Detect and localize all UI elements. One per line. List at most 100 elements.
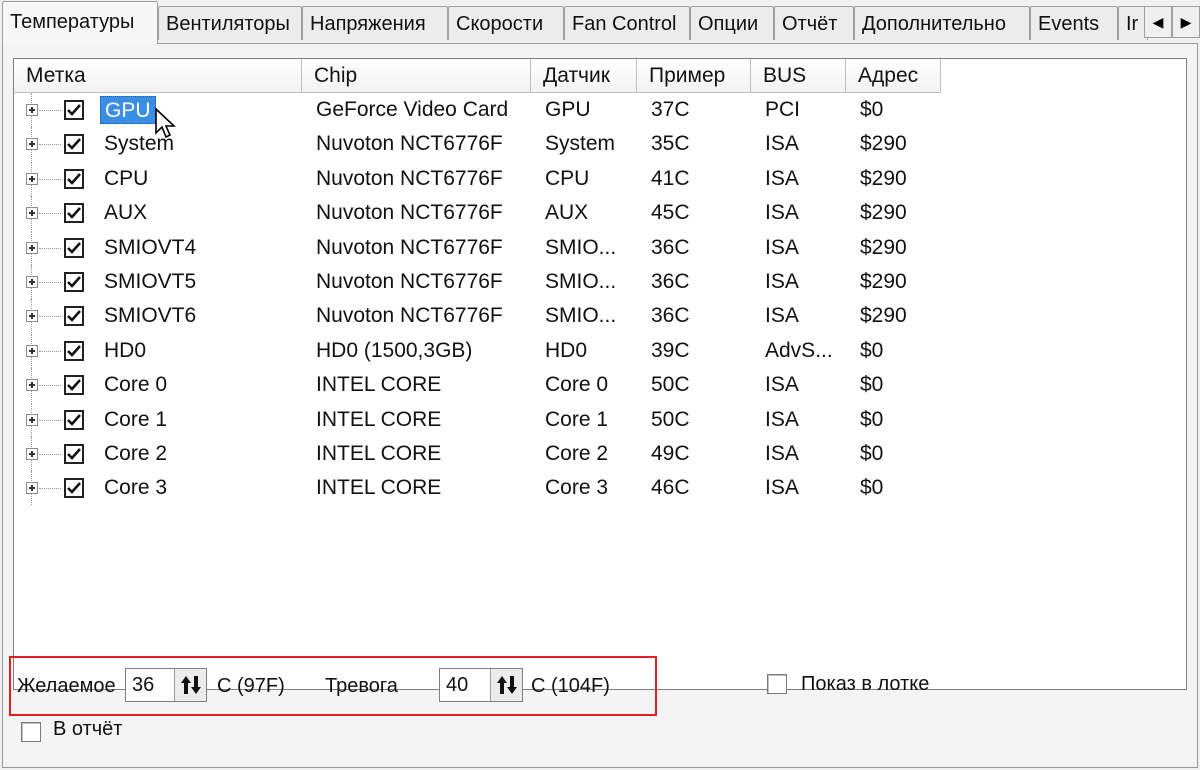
checkmark-icon — [67, 138, 81, 151]
label-cell[interactable]: System — [100, 127, 178, 161]
column-header-sensor[interactable]: Датчик — [531, 59, 637, 93]
row-checkbox[interactable] — [64, 306, 84, 327]
arrow-right-icon: ▶ — [1180, 13, 1192, 30]
row-checkbox[interactable] — [64, 168, 84, 189]
sample-cell: 49C — [651, 441, 690, 465]
table-row[interactable]: GPU GeForce Video Card GPU 37C PCI $0 — [14, 93, 1186, 139]
column-header-sample[interactable]: Пример — [637, 59, 751, 93]
checkmark-icon — [67, 310, 81, 323]
checkmark-icon — [67, 379, 81, 392]
expand-plus-icon[interactable] — [26, 138, 38, 151]
chip-cell: Nuvoton NCT6776F — [316, 201, 503, 225]
label-cell[interactable]: HD0 — [100, 334, 150, 368]
expand-plus-icon[interactable] — [26, 344, 38, 357]
tab-scroll-right-button[interactable]: ▶ — [1172, 6, 1200, 38]
address-cell: $0 — [860, 476, 884, 500]
alarm-value[interactable]: 40 — [440, 669, 490, 701]
alarm-spinner[interactable]: 40 — [439, 668, 523, 702]
checkmark-icon — [67, 344, 81, 357]
row-checkbox[interactable] — [64, 237, 84, 258]
label-cell[interactable]: Core 2 — [100, 437, 171, 471]
expand-plus-icon[interactable] — [26, 207, 38, 220]
column-header-label[interactable]: Метка — [14, 59, 302, 93]
sensor-cell: SMIO... — [545, 304, 617, 328]
sample-cell: 41C — [651, 166, 690, 190]
expand-plus-icon[interactable] — [26, 172, 38, 185]
tab-report[interactable]: Отчёт — [774, 6, 854, 40]
row-checkbox[interactable] — [64, 203, 84, 224]
expand-plus-icon[interactable] — [26, 275, 38, 288]
in-report-label[interactable]: В отчёт — [53, 716, 122, 742]
expand-plus-icon[interactable] — [26, 379, 38, 392]
label-cell[interactable]: SMIOVT6 — [100, 299, 200, 333]
desired-spin-button[interactable] — [174, 669, 206, 701]
table-row[interactable]: HD0 HD0 (1500,3GB) HD0 39C AdvS... $0 — [14, 333, 1186, 368]
table-row[interactable]: Core 3 INTEL CORE Core 3 46C ISA $0 — [14, 471, 1186, 506]
sensor-cell: SMIO... — [545, 269, 617, 293]
label-cell[interactable]: Core 0 — [100, 368, 171, 402]
tab-events[interactable]: Events — [1030, 6, 1118, 40]
expand-plus-icon[interactable] — [26, 241, 38, 254]
expand-plus-icon[interactable] — [26, 104, 38, 116]
table-row[interactable]: SMIOVT5 Nuvoton NCT6776F SMIO... 36C ISA $290 — [14, 264, 1186, 299]
tab-options[interactable]: Опции — [690, 6, 774, 40]
column-header-chip[interactable]: Chip — [302, 59, 531, 93]
expand-plus-icon[interactable] — [26, 310, 38, 323]
tree-connector — [39, 419, 61, 421]
in-report-checkbox[interactable] — [21, 722, 41, 742]
tree-connector — [39, 281, 61, 283]
desired-value[interactable]: 36 — [126, 669, 174, 701]
row-checkbox[interactable] — [64, 134, 84, 155]
chip-cell: Nuvoton NCT6776F — [316, 132, 503, 156]
chip-cell: INTEL CORE — [316, 407, 442, 431]
table-row[interactable]: AUX Nuvoton NCT6776F AUX 45C ISA $290 — [14, 196, 1186, 231]
desired-spinner[interactable]: 36 — [125, 668, 207, 702]
address-cell: $290 — [860, 132, 907, 156]
label-cell[interactable]: AUX — [100, 196, 151, 230]
chip-cell: HD0 (1500,3GB) — [316, 338, 473, 362]
table-row[interactable]: SMIOVT4 Nuvoton NCT6776F SMIO... 36C ISA $290 — [14, 230, 1186, 265]
label-cell[interactable]: CPU — [100, 162, 152, 196]
alarm-spin-button[interactable] — [490, 669, 522, 701]
table-row[interactable]: Core 2 INTEL CORE Core 2 49C ISA $0 — [14, 436, 1186, 471]
expand-plus-icon[interactable] — [26, 447, 38, 460]
row-checkbox[interactable] — [64, 409, 84, 430]
row-checkbox[interactable] — [64, 340, 84, 361]
label-cell[interactable]: Core 1 — [100, 403, 171, 437]
row-checkbox[interactable] — [64, 100, 84, 120]
row-checkbox[interactable] — [64, 271, 84, 292]
sensor-cell: Core 0 — [545, 373, 609, 397]
tab-temperatures[interactable]: Температуры — [2, 1, 158, 44]
row-checkbox[interactable] — [64, 443, 84, 464]
tab-scroll-left-button[interactable]: ◀ — [1144, 6, 1172, 38]
label-cell[interactable]: Core 3 — [100, 471, 171, 505]
label-cell[interactable]: SMIOVT5 — [100, 265, 200, 299]
chip-cell: GeForce Video Card — [316, 98, 509, 121]
expand-plus-icon[interactable] — [26, 482, 38, 495]
table-row[interactable]: CPU Nuvoton NCT6776F CPU 41C ISA $290 — [14, 161, 1186, 196]
label-cell[interactable]: SMIOVT4 — [100, 231, 200, 265]
expand-plus-icon[interactable] — [26, 413, 38, 426]
table-row[interactable]: SMIOVT6 Nuvoton NCT6776F SMIO... 36C ISA $290 — [14, 299, 1186, 334]
show-in-tray-label[interactable]: Показ в лотке — [801, 671, 929, 697]
column-header-bus[interactable]: BUS — [751, 59, 846, 93]
row-checkbox[interactable] — [64, 375, 84, 396]
tab-fan-control[interactable]: Fan Control — [564, 6, 690, 40]
table-row[interactable]: Core 0 INTEL CORE Core 0 50C ISA $0 — [14, 368, 1186, 403]
sensor-list[interactable]: Метка Chip Датчик Пример BUS Адрес GPU Ge… — [13, 58, 1187, 690]
table-row[interactable]: System Nuvoton NCT6776F System 35C ISA $290 — [14, 127, 1186, 162]
tab-voltages[interactable]: Напряжения — [302, 6, 448, 40]
bus-cell: AdvS... — [765, 338, 833, 362]
sensor-cell: AUX — [545, 201, 589, 225]
address-cell: $0 — [860, 407, 884, 431]
tab-advanced[interactable]: Дополнительно — [854, 6, 1030, 40]
tab-fans[interactable]: Вентиляторы — [158, 6, 302, 40]
column-header-address[interactable]: Адрес — [846, 59, 941, 93]
bus-cell: ISA — [765, 304, 799, 328]
sensor-cell: Core 1 — [545, 407, 609, 431]
table-row[interactable]: Core 1 INTEL CORE Core 1 50C ISA $0 — [14, 402, 1186, 437]
row-checkbox[interactable] — [64, 478, 84, 499]
tab-speeds[interactable]: Скорости — [448, 6, 564, 40]
label-cell[interactable]: GPU — [100, 96, 156, 124]
show-in-tray-checkbox[interactable] — [767, 674, 787, 694]
